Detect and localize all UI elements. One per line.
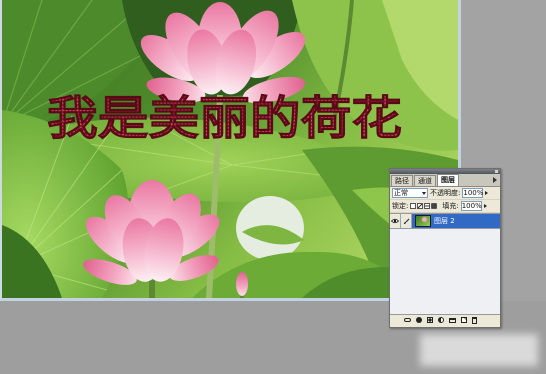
adjustment-layer-icon[interactable] — [438, 317, 444, 323]
link-layers-icon[interactable] — [404, 318, 411, 322]
layers-list: 图层 2 — [390, 213, 500, 314]
tab-channels[interactable]: 通道 — [414, 175, 436, 186]
layer-link-cell[interactable] — [401, 214, 412, 228]
layer-group-icon[interactable] — [449, 317, 456, 323]
layer-mask-icon[interactable] — [427, 317, 433, 323]
layer-thumbnail — [415, 215, 431, 227]
eye-icon — [391, 218, 399, 224]
layers-panel: 路径 通道 图层 正常 不透明度: 100% 锁定: 填充: 100% 图层 2 — [389, 168, 501, 328]
lotus-bud — [236, 272, 248, 296]
layer-name: 图层 2 — [434, 217, 455, 225]
opacity-label: 不透明度: — [430, 189, 461, 197]
tab-layers[interactable]: 图层 — [437, 174, 459, 186]
lock-label: 锁定: — [392, 202, 409, 210]
tab-paths[interactable]: 路径 — [391, 175, 413, 186]
lock-options — [410, 203, 438, 209]
layer-visibility-toggle[interactable] — [390, 214, 401, 228]
lock-pixels-icon[interactable] — [417, 203, 424, 209]
panel-tabs: 路径 通道 图层 — [390, 174, 500, 187]
opacity-slider-arrow-icon[interactable] — [485, 191, 489, 195]
panel-menu-arrow-icon[interactable] — [493, 177, 497, 183]
blend-opacity-row: 正常 不透明度: 100% — [390, 187, 500, 200]
layers-bottom-toolbar — [390, 314, 500, 325]
blend-mode-select[interactable]: 正常 — [392, 188, 428, 198]
lotus-stem — [149, 280, 155, 298]
fill-field[interactable]: 100% — [460, 201, 482, 211]
overlay-text: 我是美丽的荷花 — [47, 91, 402, 145]
chevron-down-icon — [422, 191, 426, 195]
blend-mode-value: 正常 — [394, 189, 408, 197]
brush-icon — [403, 218, 409, 224]
layer-row[interactable]: 图层 2 — [390, 214, 500, 229]
new-layer-icon[interactable] — [461, 317, 467, 323]
fill-label: 填充: — [442, 202, 459, 210]
fill-slider-arrow-icon[interactable] — [483, 204, 487, 208]
lock-all-icon[interactable] — [431, 203, 438, 209]
lock-fill-row: 锁定: 填充: 100% — [390, 200, 500, 213]
delete-layer-icon[interactable] — [472, 316, 477, 324]
lock-position-icon[interactable] — [424, 203, 431, 209]
layer-style-icon[interactable] — [416, 317, 422, 323]
opacity-field[interactable]: 100% — [462, 188, 483, 198]
watermark-blur — [420, 334, 538, 366]
lock-transparency-icon[interactable] — [410, 203, 417, 209]
panel-close-icon[interactable] — [495, 170, 498, 173]
